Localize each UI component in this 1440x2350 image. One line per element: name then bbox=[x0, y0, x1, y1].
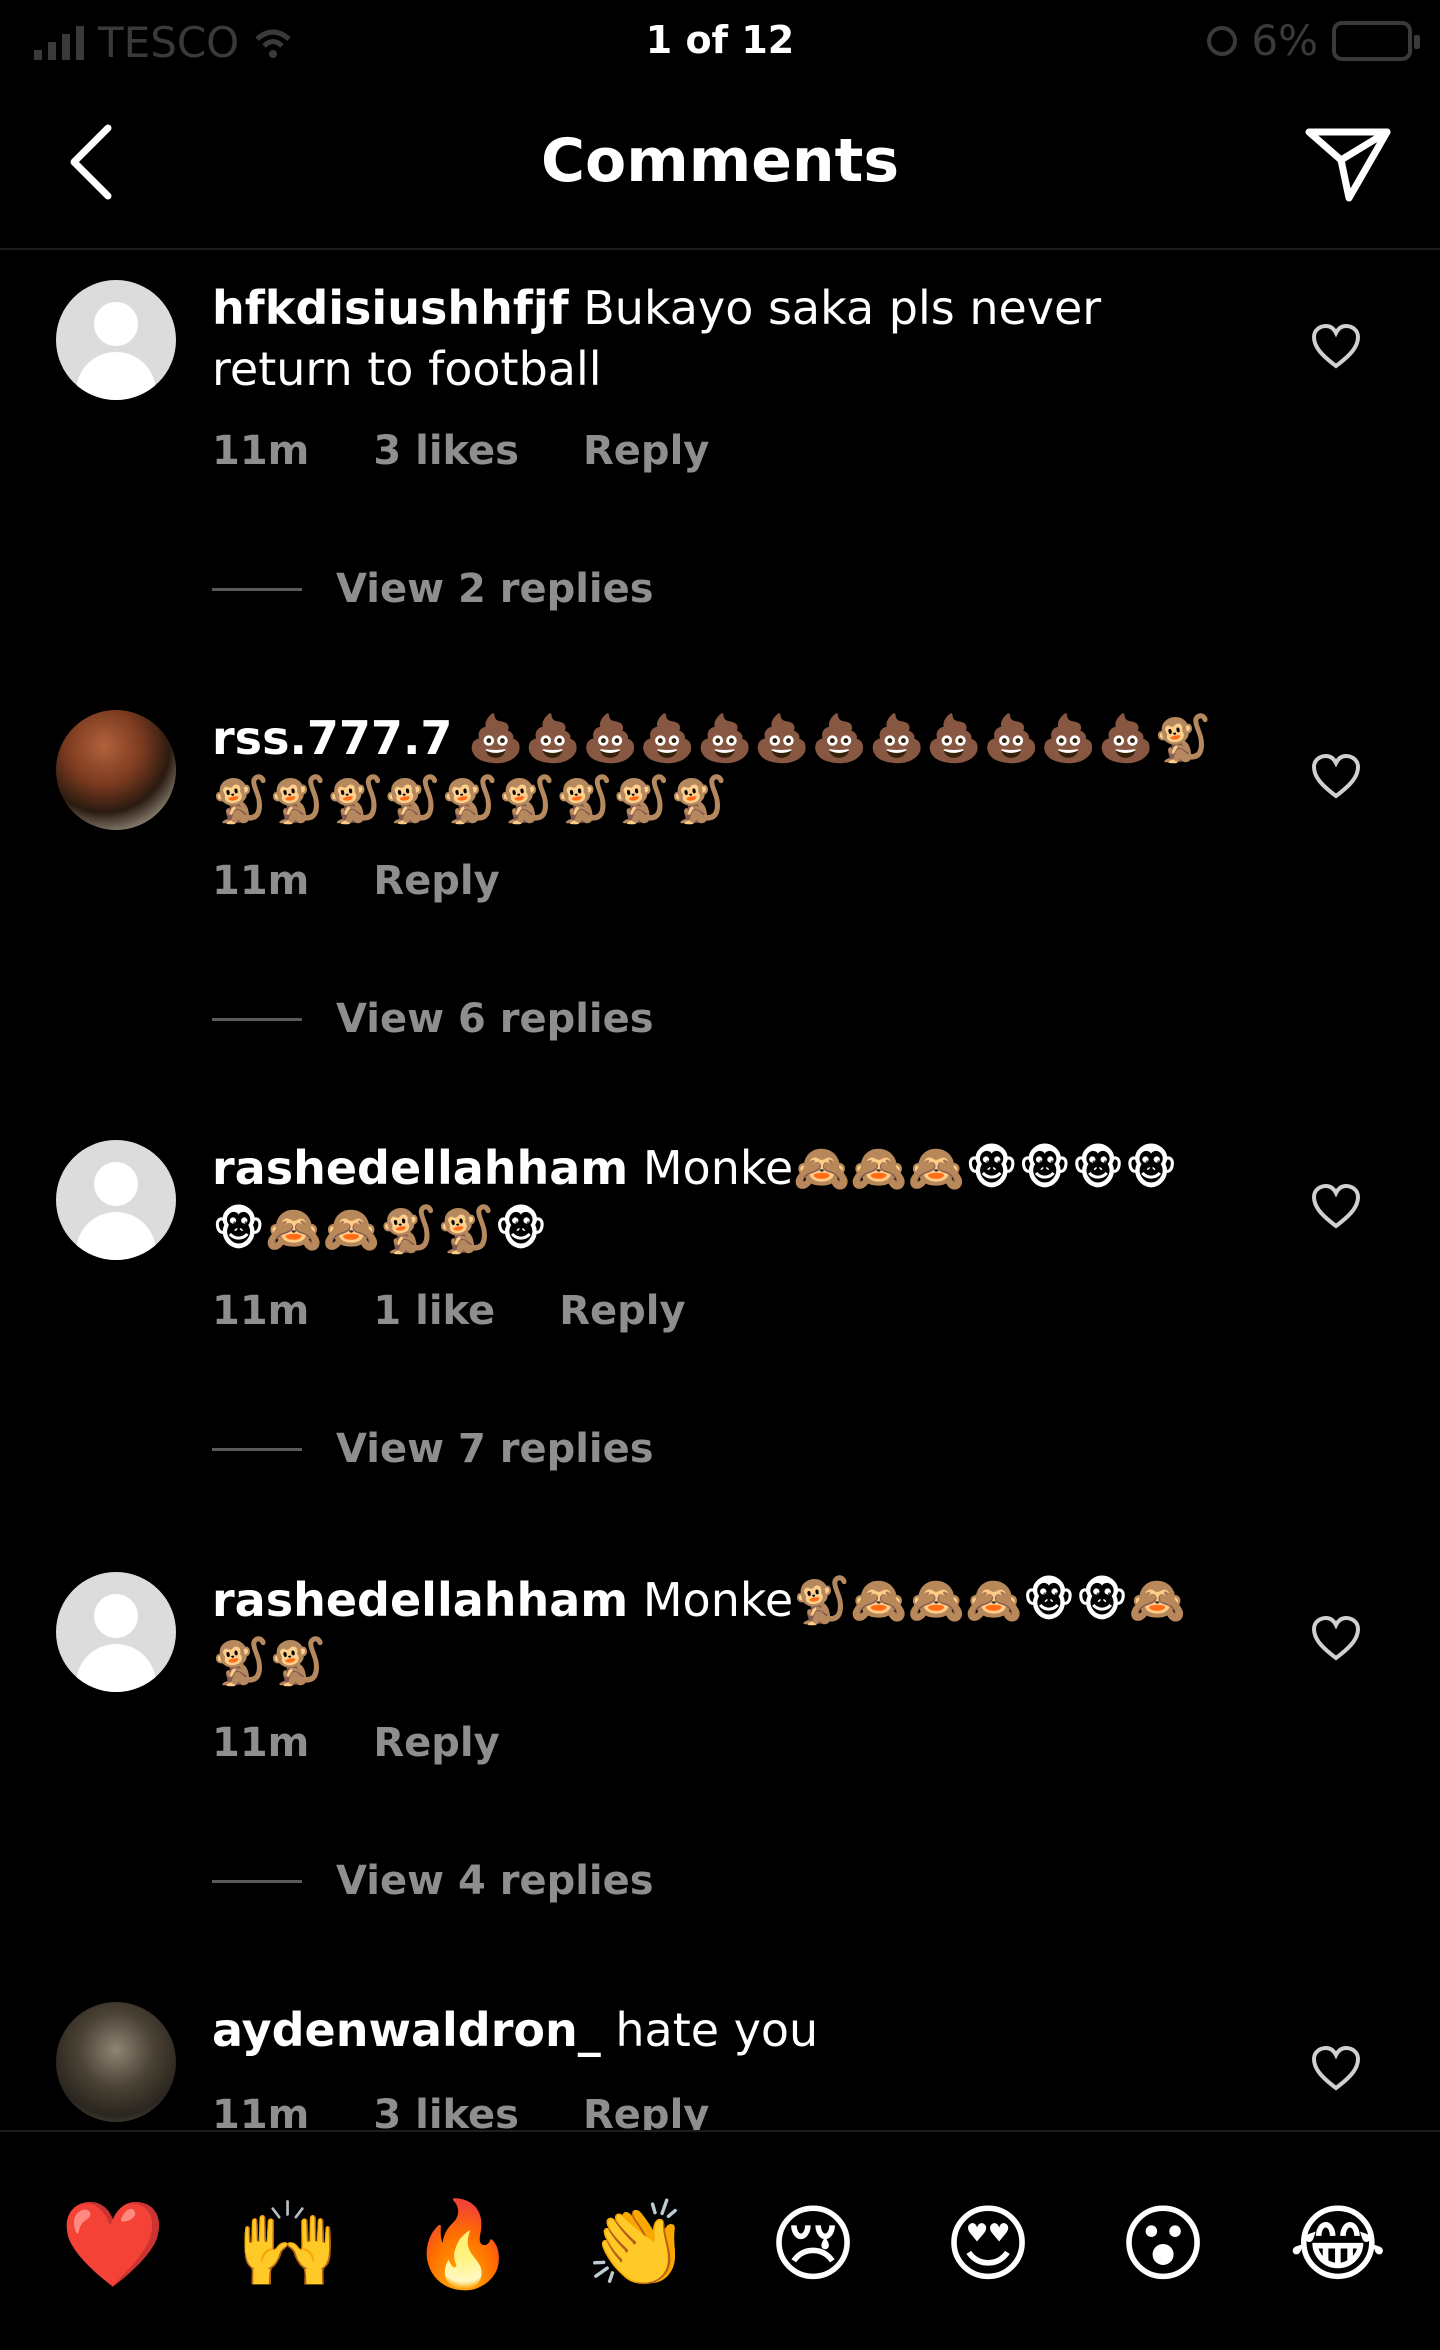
avatar[interactable] bbox=[56, 2002, 176, 2122]
battery-percent: 6% bbox=[1251, 16, 1318, 65]
avatar[interactable] bbox=[56, 280, 176, 400]
avatar[interactable] bbox=[56, 1572, 176, 1692]
emoji-clapping-hands[interactable]: 👏 bbox=[583, 2194, 693, 2294]
heart-icon[interactable] bbox=[1310, 2044, 1362, 2092]
heart-icon[interactable] bbox=[1310, 1182, 1362, 1230]
comment-username[interactable]: rss.777.7 bbox=[212, 711, 452, 765]
emoji-heart-eyes[interactable]: 😍 bbox=[933, 2194, 1043, 2294]
comment-likes[interactable]: 3 likes bbox=[373, 428, 519, 474]
comment-text: hfkdisiushhfjf Bukayo saka pls never ret… bbox=[212, 278, 1222, 400]
emoji-crying-face[interactable]: 😢 bbox=[758, 2194, 868, 2294]
emoji-surprised-face[interactable]: 😮 bbox=[1108, 2194, 1218, 2294]
nav-bar: Comments bbox=[0, 84, 1440, 250]
heart-icon[interactable] bbox=[1310, 1614, 1362, 1662]
comment-username[interactable]: hfkdisiushhfjf bbox=[212, 281, 569, 335]
emoji-fire[interactable]: 🔥 bbox=[408, 2194, 518, 2294]
heart-icon[interactable] bbox=[1310, 322, 1362, 370]
view-replies-label: View 4 replies bbox=[336, 1858, 654, 1904]
comment-meta: 11m 3 likes Reply bbox=[212, 428, 709, 474]
share-button[interactable] bbox=[1300, 120, 1396, 210]
battery-icon bbox=[1332, 20, 1420, 61]
comment-time: 11m bbox=[212, 1288, 310, 1334]
comment-time: 11m bbox=[212, 1720, 310, 1766]
comment-content: hate you bbox=[615, 2003, 819, 2057]
view-replies-button[interactable]: View 2 replies bbox=[212, 566, 654, 612]
comment-username[interactable]: rashedellahham bbox=[212, 1141, 628, 1195]
reply-button[interactable]: Reply bbox=[373, 858, 499, 904]
comment-text: rss.777.7 💩💩💩💩💩💩💩💩💩💩💩💩🐒🐒🐒🐒🐒🐒🐒🐒🐒🐒 bbox=[212, 708, 1222, 830]
comment-username[interactable]: rashedellahham bbox=[212, 1573, 628, 1627]
view-replies-label: View 2 replies bbox=[336, 566, 654, 612]
view-replies-button[interactable]: View 4 replies bbox=[212, 1858, 654, 1904]
avatar[interactable] bbox=[56, 1140, 176, 1260]
status-right: 6% bbox=[1207, 16, 1420, 65]
emoji-heart[interactable]: ❤️ bbox=[58, 2194, 168, 2294]
emoji-reaction-bar: ❤️ 🙌 🔥 👏 😢 😍 😮 😂 bbox=[0, 2130, 1440, 2350]
emoji-raised-hands[interactable]: 🙌 bbox=[233, 2194, 343, 2294]
divider bbox=[212, 1879, 302, 1883]
emoji-tears-of-joy[interactable]: 😂 bbox=[1283, 2194, 1393, 2294]
default-avatar-icon bbox=[94, 1162, 138, 1206]
view-replies-label: View 6 replies bbox=[336, 996, 654, 1042]
orientation-lock-icon bbox=[1207, 25, 1238, 56]
comment-meta: 11m Reply bbox=[212, 1720, 500, 1766]
comment-likes[interactable]: 1 like bbox=[373, 1288, 495, 1334]
view-replies-button[interactable]: View 6 replies bbox=[212, 996, 654, 1042]
reply-button[interactable]: Reply bbox=[583, 428, 709, 474]
divider bbox=[212, 1017, 302, 1021]
paper-plane-icon bbox=[1305, 128, 1391, 202]
comment-text: rashedellahham Monke🙈🙈🙈🐵🐵🐵🐵🐵🙈🙈🐒🐒🐵 bbox=[212, 1138, 1222, 1260]
divider bbox=[212, 587, 302, 591]
comment-time: 11m bbox=[212, 858, 310, 904]
comment-text: aydenwaldron_ hate you bbox=[212, 2000, 1222, 2061]
divider bbox=[212, 1447, 302, 1451]
comment-meta: 11m 1 like Reply bbox=[212, 1288, 686, 1334]
comment-username[interactable]: aydenwaldron_ bbox=[212, 2003, 601, 2057]
avatar[interactable] bbox=[56, 710, 176, 830]
view-replies-button[interactable]: View 7 replies bbox=[212, 1426, 654, 1472]
comment-time: 11m bbox=[212, 428, 310, 474]
page-title: Comments bbox=[540, 126, 900, 196]
default-avatar-icon bbox=[94, 1594, 138, 1638]
reply-button[interactable]: Reply bbox=[373, 1720, 499, 1766]
reply-button[interactable]: Reply bbox=[559, 1288, 685, 1334]
comment-text: rashedellahham Monke🐒🙈🙈🙈🐵🐵🙈🐒🐒 bbox=[212, 1570, 1222, 1692]
default-avatar-icon bbox=[94, 302, 138, 346]
status-bar: TESCO 1 of 12 6% bbox=[0, 0, 1440, 84]
heart-icon[interactable] bbox=[1310, 752, 1362, 800]
view-replies-label: View 7 replies bbox=[336, 1426, 654, 1472]
comment-meta: 11m Reply bbox=[212, 858, 500, 904]
